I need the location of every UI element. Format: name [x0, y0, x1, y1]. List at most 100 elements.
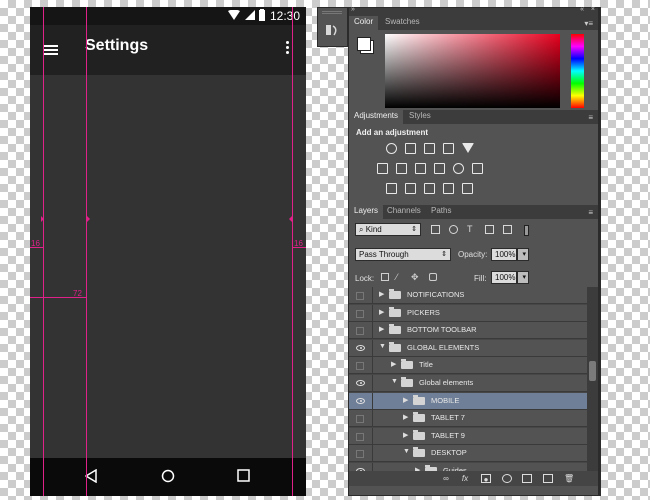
expand-right-icon[interactable]: ▶	[379, 325, 384, 333]
layer-name: TABLET 7	[431, 413, 465, 423]
layer-row[interactable]: ▶ Title	[349, 357, 587, 375]
layer-row[interactable]: ▼ GLOBAL ELEMENTS	[349, 339, 587, 357]
phone-canvas: 12:30 Settings 16 16 72	[30, 7, 306, 496]
layer-visibility-toggle[interactable]	[349, 304, 373, 322]
layer-visibility-toggle[interactable]	[349, 287, 373, 304]
layer-row[interactable]: ▶ BOTTOM TOOLBAR	[349, 322, 587, 340]
gradient-map-icon[interactable]	[462, 183, 473, 194]
threshold-icon[interactable]	[424, 183, 435, 194]
layer-visibility-toggle[interactable]	[349, 427, 373, 445]
expand-right-icon[interactable]: ▶	[379, 308, 384, 316]
channel-mixer-icon[interactable]	[453, 163, 464, 174]
history-brush-icon[interactable]	[325, 23, 339, 37]
filter-toggle-icon[interactable]	[524, 225, 529, 236]
shape-filter-icon[interactable]	[485, 225, 494, 234]
layer-visibility-toggle[interactable]	[349, 357, 373, 375]
panel-edge	[599, 7, 601, 496]
posterize-icon[interactable]	[405, 183, 416, 194]
tab-styles[interactable]: Styles	[404, 110, 436, 124]
scrollbar-thumb[interactable]	[589, 361, 596, 381]
fill-dropdown[interactable]: ▾	[517, 271, 529, 284]
layer-visibility-toggle[interactable]	[349, 392, 373, 410]
tab-adjustments[interactable]: Adjustments	[349, 110, 404, 124]
layer-row[interactable]: ▶ Guides	[349, 463, 587, 471]
blend-mode-select[interactable]: Pass Through ⇕	[355, 248, 451, 261]
expand-right-icon[interactable]: ▶	[403, 431, 408, 439]
home-icon[interactable]	[161, 469, 175, 483]
collapse-icon[interactable]: »	[351, 6, 355, 13]
color-balance-icon[interactable]	[396, 163, 407, 174]
delete-layer-icon[interactable]: 🗑	[564, 474, 574, 483]
invert-icon[interactable]	[386, 183, 397, 194]
tab-swatches[interactable]: Swatches	[380, 16, 425, 30]
foreground-color-swatch[interactable]	[357, 37, 371, 51]
link-layers-icon[interactable]: ∞	[441, 474, 451, 483]
add-mask-icon[interactable]: ●	[481, 474, 491, 484]
vibrance-icon[interactable]	[462, 143, 474, 153]
panel-menu-icon[interactable]: ≡	[588, 113, 593, 122]
expand-down-icon[interactable]: ▼	[379, 343, 386, 350]
collapse-dock-icon[interactable]: «	[580, 6, 584, 13]
curves-icon[interactable]	[424, 143, 435, 154]
hue-slider[interactable]	[571, 34, 584, 108]
lock-image-pixels-icon[interactable]: ⁄	[396, 273, 404, 282]
layer-row[interactable]: ▶ TABLET 7	[349, 410, 587, 428]
expand-right-icon[interactable]: ▶	[403, 396, 408, 404]
new-adjustment-layer-icon[interactable]	[502, 474, 512, 483]
black-white-icon[interactable]	[415, 163, 426, 174]
layer-visibility-toggle[interactable]	[349, 463, 373, 471]
layer-row[interactable]: ▶ MOBILE	[349, 392, 587, 410]
pixel-filter-icon[interactable]	[431, 225, 440, 234]
photo-filter-icon[interactable]	[434, 163, 445, 174]
adjustment-filter-icon[interactable]	[449, 225, 458, 234]
color-lookup-icon[interactable]	[472, 163, 483, 174]
levels-icon[interactable]	[405, 143, 416, 154]
hamburger-menu-icon[interactable]	[44, 45, 58, 55]
app-title: Settings	[85, 37, 149, 54]
layer-style-icon[interactable]: fx	[460, 474, 470, 483]
brightness-contrast-icon[interactable]	[386, 143, 397, 154]
panel-menu-icon[interactable]: ▾≡	[584, 19, 593, 28]
expand-right-icon[interactable]: ▶	[379, 290, 384, 298]
fill-input[interactable]: 100%	[491, 271, 517, 284]
layer-filter-select[interactable]: ⌕ Kind ⇕	[355, 223, 421, 236]
opacity-dropdown[interactable]: ▾	[517, 248, 529, 261]
tab-color[interactable]: Color	[349, 16, 379, 30]
layer-visibility-toggle[interactable]	[349, 445, 373, 463]
overflow-menu-icon[interactable]	[286, 41, 290, 55]
layer-row[interactable]: ▼ Global elements	[349, 375, 587, 392]
panel-dock-header[interactable]: » « ×	[349, 6, 598, 16]
selective-color-icon[interactable]	[443, 183, 454, 194]
exposure-icon[interactable]	[443, 143, 454, 154]
layer-visibility-toggle[interactable]	[349, 322, 373, 340]
layer-visibility-toggle[interactable]	[349, 375, 373, 392]
layer-row[interactable]: ▶ TABLET 9	[349, 427, 587, 445]
panel-grip[interactable]	[322, 11, 342, 14]
expand-right-icon[interactable]: ▶	[391, 360, 396, 368]
layer-visibility-toggle[interactable]	[349, 339, 373, 357]
lock-position-icon[interactable]: ✥	[411, 273, 419, 282]
adjustments-tab-bar: Adjustments Styles ≡	[349, 110, 598, 124]
lock-transparent-pixels-icon[interactable]	[381, 273, 389, 281]
recents-icon[interactable]	[237, 469, 250, 482]
new-layer-icon[interactable]	[543, 474, 553, 483]
smart-object-filter-icon[interactable]	[503, 225, 512, 234]
new-group-icon[interactable]	[522, 474, 532, 483]
wifi-icon	[228, 10, 240, 20]
folder-icon	[389, 341, 401, 352]
expand-right-icon[interactable]: ▶	[403, 413, 408, 421]
layer-row[interactable]: ▶ PICKERS	[349, 304, 587, 322]
expand-down-icon[interactable]: ▼	[391, 378, 398, 385]
close-dock-icon[interactable]: ×	[591, 6, 595, 13]
layer-row[interactable]: ▼ DESKTOP	[349, 445, 587, 463]
opacity-input[interactable]: 100%	[491, 248, 517, 261]
expand-down-icon[interactable]: ▼	[403, 448, 410, 455]
color-picker-field[interactable]	[385, 34, 560, 108]
layer-row[interactable]: ▶ NOTIFICATIONS	[349, 287, 587, 304]
type-filter-icon[interactable]: T	[467, 225, 476, 234]
lock-all-icon[interactable]	[429, 273, 437, 281]
layer-list-scrollbar[interactable]	[587, 287, 598, 471]
layer-visibility-toggle[interactable]	[349, 410, 373, 428]
hue-saturation-icon[interactable]	[377, 163, 388, 174]
chevron-down-icon: ⇕	[411, 226, 417, 233]
